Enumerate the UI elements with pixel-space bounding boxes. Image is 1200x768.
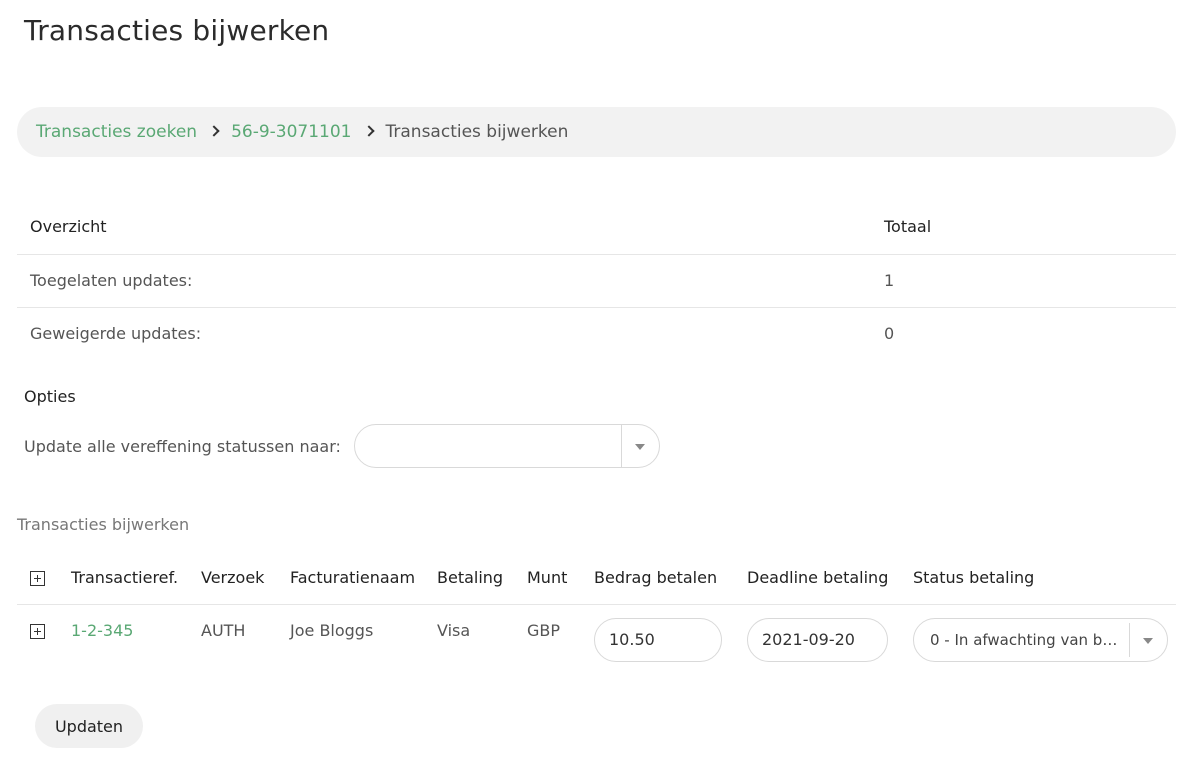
chevron-right-icon — [362, 125, 375, 137]
select-divider — [620, 425, 622, 467]
options-title: Opties — [24, 387, 76, 406]
overview-header-total: Totaal — [871, 200, 1176, 255]
breadcrumb-link-search[interactable]: Transacties zoeken — [36, 122, 197, 142]
cell-currency: GBP — [527, 620, 561, 640]
overview-row-accepted: Toegelaten updates: 1 — [17, 254, 1176, 308]
transactions-section-title: Transacties bijwerken — [17, 515, 190, 534]
header-currency: Munt — [527, 552, 594, 605]
status-select-value: 0 - In afwachting van betal... — [930, 630, 1126, 649]
caret-down-icon[interactable] — [634, 444, 645, 450]
transactions-table: Transactieref. Verzoek Facturatienaam Be… — [17, 552, 1176, 676]
overview-table: Overzicht Totaal Toegelaten updates: 1 G… — [17, 200, 1176, 360]
overview-header-row: Overzicht Totaal — [17, 200, 1176, 255]
chevron-right-icon — [208, 125, 220, 137]
cell-payment: Visa — [437, 620, 471, 640]
transaction-ref-link[interactable]: 1-2-345 — [71, 621, 133, 640]
breadcrumb: Transacties zoeken 56-9-3071101 Transact… — [17, 107, 1176, 157]
header-request: Verzoek — [201, 552, 290, 605]
cell-amount — [594, 604, 747, 676]
overview-row-rejected: Geweigerde updates: 0 — [17, 307, 1176, 360]
amount-input[interactable] — [594, 617, 722, 662]
overview-row-value: 0 — [884, 324, 895, 344]
header-status: Status betaling — [913, 552, 1176, 605]
header-deadline: Deadline betaling — [747, 552, 913, 605]
overview-row-value: 1 — [871, 254, 1176, 308]
expand-all-cell — [17, 552, 71, 605]
header-billing-name: Facturatienaam — [290, 552, 437, 605]
cell-billing-name: Joe Bloggs — [290, 620, 374, 640]
breadcrumb-current: Transacties bijwerken — [385, 122, 569, 142]
header-transaction-ref: Transactieref. — [71, 552, 201, 605]
overview-header-label: Overzicht — [17, 200, 871, 255]
overview-row-label: Toegelaten updates: — [17, 254, 871, 308]
update-all-status-select[interactable] — [353, 424, 660, 468]
caret-down-icon[interactable] — [1143, 637, 1153, 644]
cell-transaction-ref: 1-2-345 — [71, 604, 201, 676]
expand-row-cell — [17, 604, 71, 676]
select-divider — [1129, 622, 1130, 657]
update-all-status-label: Update alle vereffening statussen naar: — [24, 436, 341, 456]
page-title: Transacties bijwerken — [24, 14, 330, 47]
cell-deadline — [747, 604, 913, 676]
transactions-header-row: Transactieref. Verzoek Facturatienaam Be… — [17, 552, 1176, 605]
cell-status: 0 - In afwachting van betal... — [913, 604, 1176, 676]
header-payment: Betaling — [437, 552, 527, 605]
options-row: Update alle vereffening statussen naar: — [24, 424, 660, 468]
deadline-input[interactable] — [747, 617, 888, 662]
expand-row-icon[interactable] — [30, 623, 45, 639]
status-select[interactable]: 0 - In afwachting van betal... — [913, 617, 1168, 662]
header-amount: Bedrag betalen — [594, 552, 747, 605]
table-row: 1-2-345 AUTH Joe Bloggs Visa GBP 0 - In … — [17, 604, 1176, 676]
cell-request: AUTH — [201, 620, 246, 640]
overview-row-label: Geweigerde updates: — [30, 324, 202, 344]
breadcrumb-link-batch[interactable]: 56-9-3071101 — [231, 122, 351, 142]
expand-all-icon[interactable] — [30, 571, 45, 587]
update-button[interactable]: Updaten — [35, 704, 143, 748]
